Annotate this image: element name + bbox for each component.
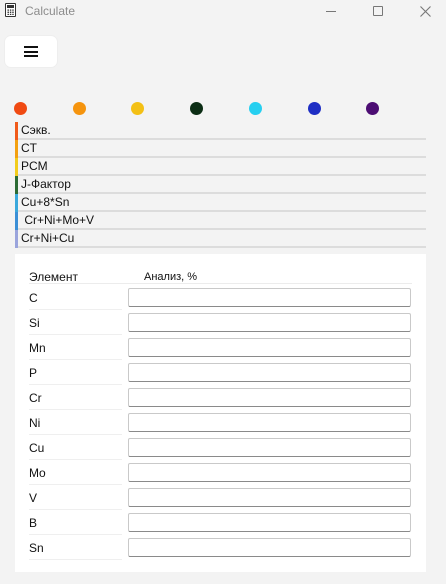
index-color-bar: [15, 158, 18, 176]
color-dot-3[interactable]: [131, 102, 144, 115]
element-underline: [29, 434, 122, 435]
element-value-input[interactable]: [128, 313, 411, 332]
index-label: Cu+8*Sn: [21, 195, 70, 209]
index-label: J-Фактор: [21, 177, 71, 191]
minimize-icon: [326, 10, 336, 12]
index-item[interactable]: Cu+8*Sn: [15, 194, 426, 212]
element-row: Mo: [15, 462, 426, 487]
hamburger-menu-icon: [24, 46, 38, 57]
index-color-bar: [15, 194, 18, 212]
maximize-icon: [373, 6, 383, 16]
color-dots-row: [0, 102, 446, 116]
element-value-input[interactable]: [128, 338, 411, 357]
element-value-input[interactable]: [128, 363, 411, 382]
element-label: Cu: [29, 441, 45, 455]
element-label: Mn: [29, 341, 46, 355]
composition-panel: Элемент Анализ, % C Si Mn P Cr Ni Cu Mo V B Sn: [15, 254, 426, 572]
menu-button[interactable]: [5, 36, 57, 67]
index-list: Сэкв. CT PCM J-Фактор Cu+8*Sn Cr+Ni+Mo+V Cr+N…: [15, 122, 426, 248]
element-underline: [29, 409, 122, 410]
header-analysis: Анализ, %: [144, 271, 198, 283]
table-header: Элемент Анализ, %: [15, 254, 426, 284]
maximize-button[interactable]: [355, 0, 401, 22]
element-underline: [29, 309, 122, 310]
element-row: B: [15, 512, 426, 537]
element-value-input[interactable]: [128, 388, 411, 407]
element-value-input[interactable]: [128, 488, 411, 507]
color-dot-1[interactable]: [14, 102, 27, 115]
element-underline: [29, 484, 122, 485]
element-underline: [29, 509, 122, 510]
element-label: V: [29, 491, 38, 505]
index-label: CT: [21, 141, 37, 155]
index-label: Cr+Ni+Mo+V: [21, 213, 95, 227]
index-item[interactable]: Cr+Ni+Cu: [15, 230, 426, 248]
element-label: B: [29, 516, 38, 530]
index-color-bar: [15, 212, 18, 230]
element-underline: [29, 559, 122, 560]
index-item[interactable]: CT: [15, 140, 426, 158]
element-underline: [29, 534, 122, 535]
color-dot-6[interactable]: [308, 102, 321, 115]
index-color-bar: [15, 230, 18, 248]
element-underline: [29, 334, 122, 335]
element-value-input[interactable]: [128, 463, 411, 482]
close-icon: [419, 5, 431, 17]
element-row: P: [15, 362, 426, 387]
color-dot-2[interactable]: [73, 102, 86, 115]
index-color-bar: [15, 140, 18, 158]
index-color-bar: [15, 122, 18, 140]
close-button[interactable]: [402, 0, 446, 22]
index-item[interactable]: PCM: [15, 158, 426, 176]
element-row: Cu: [15, 437, 426, 462]
element-value-input[interactable]: [128, 513, 411, 532]
index-label: Cr+Ni+Cu: [21, 231, 75, 245]
element-row: Mn: [15, 337, 426, 362]
element-label: P: [29, 366, 38, 380]
window-title: Calculate: [25, 4, 76, 18]
index-item[interactable]: Cr+Ni+Mo+V: [15, 212, 426, 230]
element-label: Sn: [29, 541, 44, 555]
element-underline: [29, 359, 122, 360]
element-row: Ni: [15, 412, 426, 437]
element-row: V: [15, 487, 426, 512]
title-bar: Calculate: [0, 0, 446, 22]
element-underline: [29, 384, 122, 385]
header-divider: [29, 283, 412, 284]
color-dot-7[interactable]: [366, 102, 379, 115]
element-value-input[interactable]: [128, 288, 411, 307]
element-row: Cr: [15, 387, 426, 412]
element-row: Sn: [15, 537, 426, 562]
index-item[interactable]: Сэкв.: [15, 122, 426, 140]
element-underline: [29, 459, 122, 460]
element-row: C: [15, 287, 426, 312]
element-label: Ni: [29, 416, 41, 430]
element-label: C: [29, 291, 38, 305]
element-value-input[interactable]: [128, 438, 411, 457]
index-label: Сэкв.: [21, 123, 51, 137]
element-value-input[interactable]: [128, 413, 411, 432]
color-dot-5[interactable]: [249, 102, 262, 115]
calculator-icon: [5, 3, 16, 17]
index-label: PCM: [21, 159, 48, 173]
element-row: Si: [15, 312, 426, 337]
element-label: Mo: [29, 466, 46, 480]
color-dot-4[interactable]: [190, 102, 203, 115]
index-color-bar: [15, 176, 18, 194]
element-label: Si: [29, 316, 40, 330]
header-element: Элемент: [29, 270, 78, 284]
element-label: Cr: [29, 391, 42, 405]
index-item[interactable]: J-Фактор: [15, 176, 426, 194]
minimize-button[interactable]: [308, 0, 354, 22]
element-value-input[interactable]: [128, 538, 411, 557]
